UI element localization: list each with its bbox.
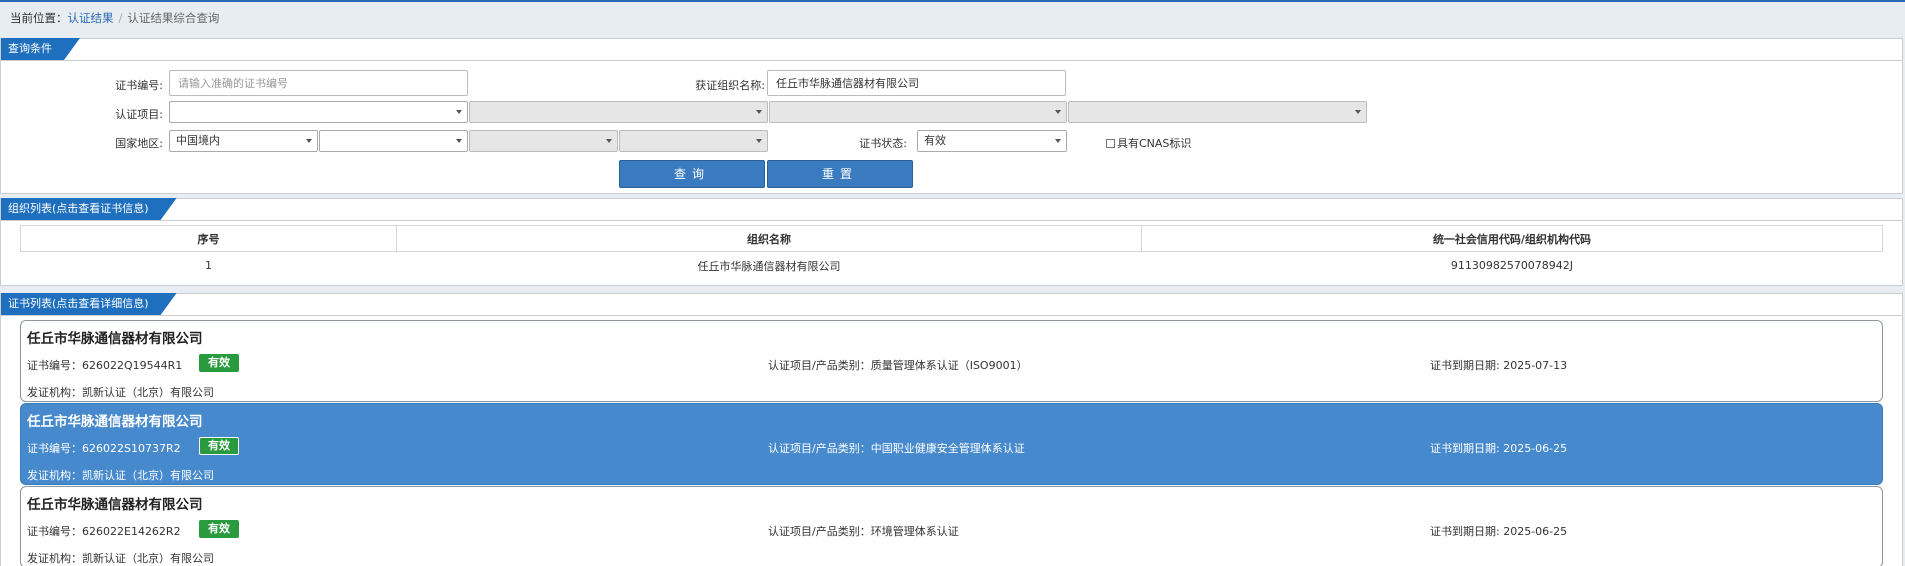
- cert-card[interactable]: 任丘市华脉通信器材有限公司 证书编号：626022Q19544R1 有效 认证项…: [20, 320, 1883, 402]
- cert-list-title: 证书列表(点击查看详细信息): [1, 293, 177, 315]
- chevron-down-icon: [306, 139, 312, 143]
- cnas-checkbox-label: 具有CNAS标识: [1117, 137, 1192, 150]
- cert-org-name: 任丘市华脉通信器材有限公司: [27, 331, 203, 347]
- cert-no-label: 证书编号:: [115, 79, 163, 92]
- query-panel-header: 查询条件: [1, 39, 1902, 61]
- row-credit-code: 91130982570078942J: [1450, 259, 1574, 273]
- org-list-title: 组织列表(点击查看证书信息): [1, 198, 177, 220]
- row-index: 1: [205, 259, 213, 273]
- chevron-down-icon: [756, 110, 762, 114]
- cert-number: 证书编号：626022S10737R2: [27, 442, 181, 455]
- chevron-down-icon: [1055, 110, 1061, 114]
- city-select: [469, 130, 618, 152]
- status-label: 证书状态:: [859, 137, 907, 150]
- breadcrumb-prefix: 当前位置：: [10, 11, 68, 25]
- status-select[interactable]: 有效: [917, 130, 1067, 152]
- cert-item-select-2: [469, 101, 768, 123]
- cert-expiry: 证书到期日期: 2025-06-25: [1430, 442, 1568, 455]
- country-label: 国家地区:: [115, 137, 163, 150]
- cert-category: 认证项目/产品类别：环境管理体系认证: [768, 525, 959, 538]
- breadcrumb-current: 认证结果综合查询: [127, 11, 220, 25]
- cert-item-label: 认证项目:: [115, 108, 163, 121]
- chevron-down-icon: [606, 139, 612, 143]
- query-panel: 查询条件 证书编号: 获证组织名称: 认证项目: 国家地区: 中国境内 证书状态…: [0, 38, 1903, 194]
- district-select: [619, 130, 768, 152]
- cert-list-panel: 证书列表(点击查看详细信息) 任丘市华脉通信器材有限公司 证书编号：626022…: [0, 293, 1903, 566]
- breadcrumb-separator: /: [118, 11, 123, 25]
- cert-issuer: 发证机构：凯新认证（北京）有限公司: [27, 386, 214, 399]
- country-select[interactable]: 中国境内: [169, 130, 318, 152]
- cert-no-input[interactable]: [169, 70, 468, 96]
- chevron-down-icon: [456, 139, 462, 143]
- breadcrumb: 当前位置：认证结果 / 认证结果综合查询: [10, 10, 219, 26]
- cert-issuer: 发证机构：凯新认证（北京）有限公司: [27, 552, 214, 565]
- cert-card[interactable]: 任丘市华脉通信器材有限公司 证书编号：626022S10737R2 有效 认证项…: [20, 403, 1883, 485]
- status-badge: 有效: [199, 437, 239, 455]
- chevron-down-icon: [756, 139, 762, 143]
- cert-list-header: 证书列表(点击查看详细信息): [1, 294, 1902, 316]
- status-badge: 有效: [199, 520, 239, 538]
- cert-card[interactable]: 任丘市华脉通信器材有限公司 证书编号：626022E14262R2 有效 认证项…: [20, 486, 1883, 566]
- cnas-checkbox[interactable]: 具有CNAS标识: [1106, 135, 1191, 151]
- query-panel-title: 查询条件: [1, 38, 80, 60]
- checkbox-icon[interactable]: [1106, 139, 1115, 148]
- country-value: 中国境内: [176, 134, 220, 147]
- chevron-down-icon: [1055, 139, 1061, 143]
- column-header-org-name: 组织名称: [396, 225, 1142, 252]
- cert-org-name: 任丘市华脉通信器材有限公司: [27, 414, 203, 430]
- cert-org-name: 任丘市华脉通信器材有限公司: [27, 497, 203, 513]
- cert-expiry: 证书到期日期: 2025-06-25: [1430, 525, 1568, 538]
- org-table-header-row: 序号 组织名称 统一社会信用代码/组织机构代码: [19, 225, 1884, 252]
- search-button[interactable]: 查询: [619, 160, 765, 188]
- cert-number: 证书编号：626022Q19544R1: [27, 359, 183, 372]
- status-badge: 有效: [199, 354, 239, 372]
- cert-item-select-1[interactable]: [169, 101, 468, 123]
- row-org-name[interactable]: 任丘市华脉通信器材有限公司: [397, 252, 1142, 280]
- table-row[interactable]: 1 任丘市华脉通信器材有限公司 91130982570078942J: [21, 252, 1883, 280]
- cert-number: 证书编号：626022E14262R2: [27, 525, 181, 538]
- province-select[interactable]: [319, 130, 468, 152]
- org-list-panel: 组织列表(点击查看证书信息) 序号 组织名称 统一社会信用代码/组织机构代码 1…: [0, 198, 1903, 286]
- cert-item-select-4: [1068, 101, 1367, 123]
- cert-issuer: 发证机构：凯新认证（北京）有限公司: [27, 469, 214, 482]
- cert-expiry: 证书到期日期: 2025-07-13: [1430, 359, 1568, 372]
- org-table: 序号 组织名称 统一社会信用代码/组织机构代码 1 任丘市华脉通信器材有限公司 …: [19, 225, 1884, 280]
- reset-button[interactable]: 重置: [767, 160, 913, 188]
- org-name-input[interactable]: [767, 70, 1066, 96]
- org-list-header: 组织列表(点击查看证书信息): [1, 199, 1902, 221]
- cert-category: 认证项目/产品类别：中国职业健康安全管理体系认证: [768, 442, 1025, 455]
- breadcrumb-link-results[interactable]: 认证结果: [68, 11, 114, 25]
- status-value: 有效: [924, 134, 946, 147]
- chevron-down-icon: [456, 110, 462, 114]
- cert-item-select-3: [769, 101, 1067, 123]
- column-header-index: 序号: [19, 225, 398, 252]
- org-name-label: 获证组织名称:: [695, 79, 765, 92]
- column-header-credit-code: 统一社会信用代码/组织机构代码: [1140, 225, 1884, 252]
- chevron-down-icon: [1355, 110, 1361, 114]
- cert-category: 认证项目/产品类别：质量管理体系认证（ISO9001）: [768, 359, 1028, 372]
